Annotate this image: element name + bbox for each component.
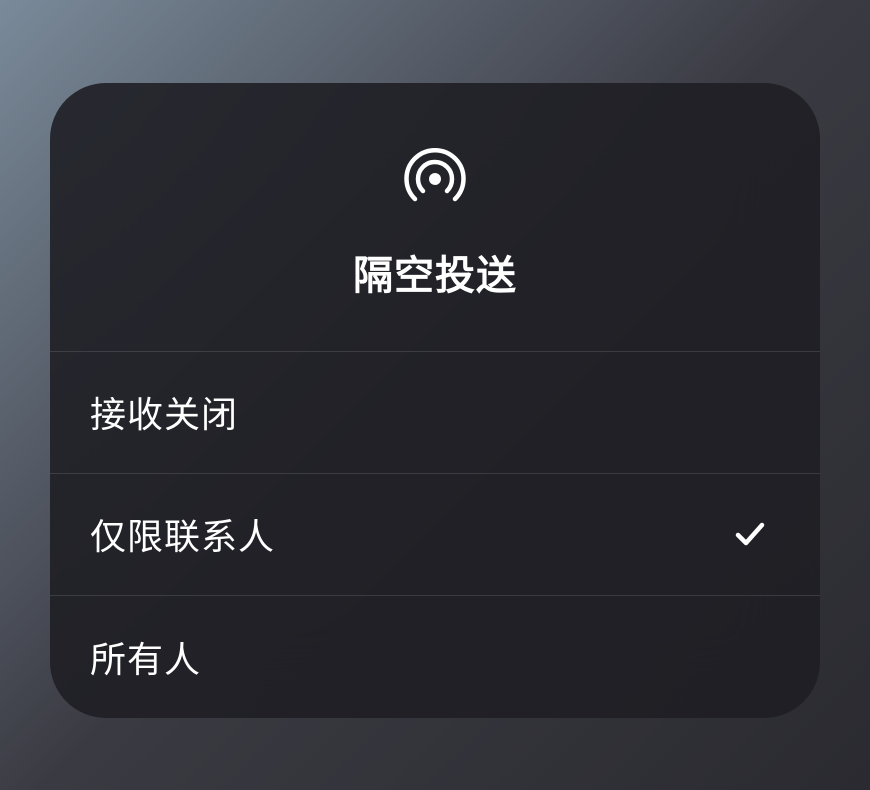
option-label: 接收关闭: [90, 386, 238, 438]
options-list: 接收关闭 仅限联系人 所有人: [50, 352, 820, 718]
option-contacts-only[interactable]: 仅限联系人: [50, 474, 820, 596]
check-icon: [732, 516, 768, 552]
panel-header: 隔空投送: [50, 83, 820, 352]
option-receiving-off[interactable]: 接收关闭: [50, 352, 820, 474]
option-everyone[interactable]: 所有人: [50, 596, 820, 718]
panel-title: 隔空投送: [353, 243, 517, 301]
airdrop-panel: 隔空投送 接收关闭 仅限联系人 所有人: [50, 83, 820, 718]
option-label: 所有人: [90, 631, 201, 683]
airdrop-icon: [399, 143, 471, 215]
option-label: 仅限联系人: [90, 508, 275, 560]
